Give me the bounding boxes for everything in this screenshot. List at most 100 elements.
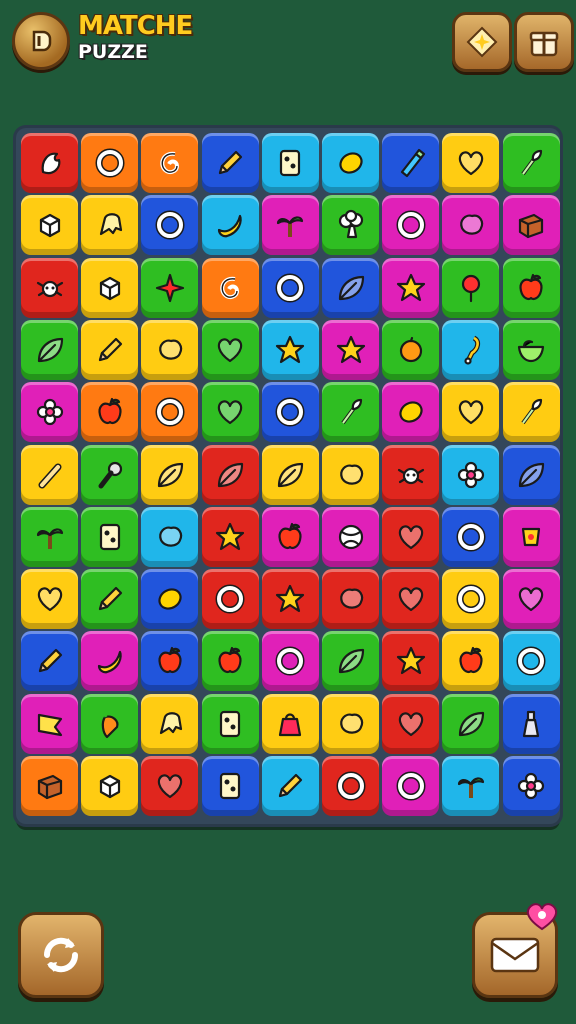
tile-blob[interactable] [322,569,379,630]
tile-heart[interactable] [382,569,440,630]
tile-apple[interactable] [502,257,560,318]
tile-star4[interactable] [141,257,199,318]
powerup-button[interactable] [472,903,558,998]
tile-pencil[interactable] [81,569,139,630]
tile-blob[interactable] [141,506,199,567]
tile-lemon[interactable] [322,133,379,193]
logo-emblem-icon[interactable] [12,12,70,70]
tile-ring[interactable] [261,631,319,692]
tile-ring[interactable] [141,382,199,443]
tile-ring[interactable] [382,195,440,256]
shuffle-button[interactable] [18,912,104,998]
tile-leaf[interactable] [322,257,379,318]
tile-crab[interactable] [382,444,440,505]
tile-heart[interactable] [201,382,259,443]
tile-card[interactable] [261,133,319,193]
tile-banana[interactable] [201,195,259,256]
gift-button[interactable] [514,12,574,72]
tile-star[interactable] [201,506,259,567]
tile-heart[interactable] [201,319,259,380]
tile-ghost[interactable] [141,693,199,754]
tile-card[interactable] [81,506,139,567]
tile-box[interactable] [21,756,78,816]
tile-ring[interactable] [322,756,379,816]
tile-brush[interactable] [322,382,379,443]
tile-cube[interactable] [81,756,139,816]
tile-pencil[interactable] [261,756,319,816]
tile-flag[interactable] [21,693,78,754]
tile-card[interactable] [201,693,259,754]
tile-leaf[interactable] [141,444,199,505]
tile-heart[interactable] [382,693,440,754]
tile-bone[interactable] [21,444,78,505]
tile-marker[interactable] [382,133,440,193]
tile-apple[interactable] [81,382,139,443]
tile-bowl[interactable] [502,319,560,380]
tile-star[interactable] [261,319,319,380]
tile-leaf[interactable] [261,444,319,505]
tile-star[interactable] [382,631,440,692]
tile-heart[interactable] [141,756,199,816]
tile-bag[interactable] [261,693,319,754]
tile-mic[interactable] [81,444,139,505]
tile-heart[interactable] [442,133,500,193]
tile-carrot[interactable] [81,693,139,754]
tile-pencil[interactable] [201,133,259,193]
tile-ring[interactable] [442,569,500,630]
tile-brush[interactable] [502,382,560,443]
tile-box[interactable] [502,195,560,256]
tile-hook[interactable] [442,319,500,380]
tile-blob[interactable] [141,319,199,380]
tile-ring[interactable] [141,195,199,256]
tile-cube[interactable] [81,257,139,318]
tile-apple[interactable] [261,506,319,567]
tile-lemon[interactable] [382,382,440,443]
tile-orange[interactable] [382,319,440,380]
tile-pencil[interactable] [81,319,139,380]
tile-heart[interactable] [502,569,560,630]
tile-heart[interactable] [382,506,440,567]
tile-flower[interactable] [442,444,500,505]
tile-cup[interactable] [502,506,560,567]
tile-lemon[interactable] [141,569,199,630]
tile-pin[interactable] [442,257,500,318]
tile-bottle[interactable] [502,693,560,754]
tile-ghost[interactable] [81,195,139,256]
tile-flower[interactable] [502,756,560,816]
tile-heart[interactable] [442,382,500,443]
tile-ring[interactable] [261,382,319,443]
tile-ring[interactable] [382,756,440,816]
tile-blob[interactable] [322,444,379,505]
tile-apple[interactable] [141,631,199,692]
tile-ball[interactable] [322,506,379,567]
tile-pencil[interactable] [21,631,78,692]
tile-ring[interactable] [442,506,500,567]
tile-leaf[interactable] [442,693,500,754]
tile-palm[interactable] [261,195,319,256]
tile-heart[interactable] [21,569,78,630]
tile-palm[interactable] [21,506,78,567]
tile-tree[interactable] [322,195,379,256]
tile-blob[interactable] [322,693,379,754]
tile-star[interactable] [382,257,440,318]
tile-apple[interactable] [201,631,259,692]
tile-brush[interactable] [502,133,560,193]
tile-leaf[interactable] [322,631,379,692]
tile-star[interactable] [261,569,319,630]
tile-ring[interactable] [261,257,319,318]
tile-claw[interactable] [21,133,78,193]
tile-apple[interactable] [442,631,500,692]
tile-banana[interactable] [81,631,139,692]
tile-card[interactable] [201,756,259,816]
tile-crab[interactable] [21,257,78,318]
tile-leaf[interactable] [502,444,560,505]
tile-ring[interactable] [502,631,560,692]
tile-ring[interactable] [201,569,259,630]
tile-palm[interactable] [442,756,500,816]
tile-leaf[interactable] [201,444,259,505]
tile-flower[interactable] [21,382,78,443]
tile-ring[interactable] [81,133,139,193]
tile-blob[interactable] [442,195,500,256]
tile-swirl[interactable] [201,257,259,318]
hint-button[interactable] [452,12,512,72]
